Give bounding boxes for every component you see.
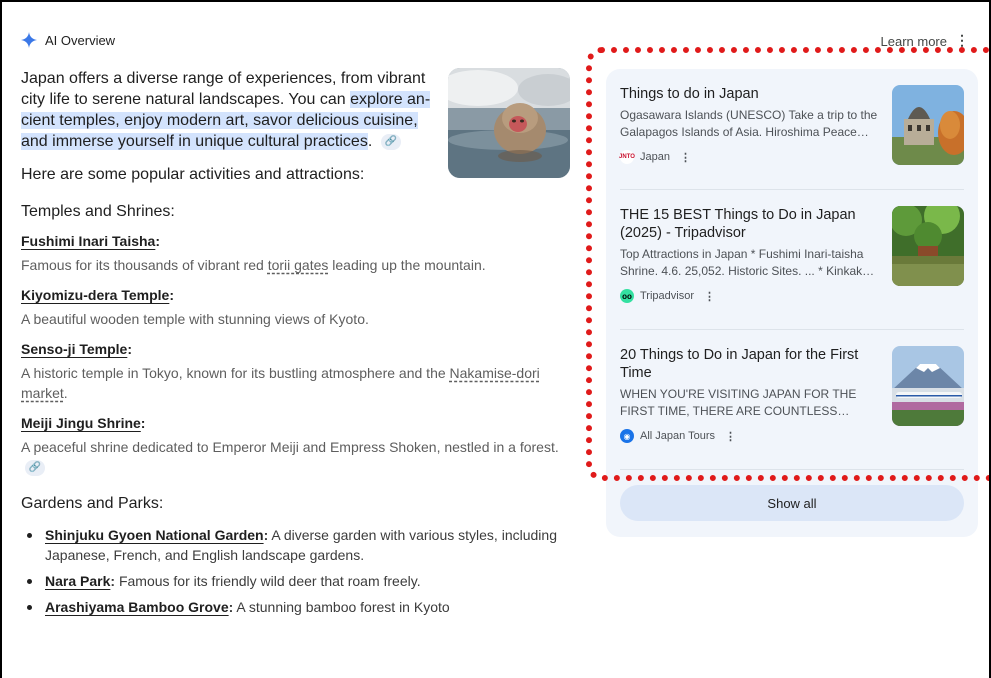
garden-name-link[interactable]: Nara Park xyxy=(45,573,110,589)
temple-name-link[interactable]: Kiyomizu-dera Temple xyxy=(21,287,169,303)
page-frame: AI Overview Learn more ⋮ Japan offers a … xyxy=(0,0,991,678)
desc-text: A historic temple in Tokyo, known for it… xyxy=(21,365,450,381)
intro-paragraph: Japan offers a diverse range of experien… xyxy=(21,68,431,152)
source-title[interactable]: 20 Things to Do in Japan for the First T… xyxy=(620,346,884,382)
source-name: All Japan Tours xyxy=(640,430,716,442)
divider xyxy=(620,469,964,470)
source-name: Tripadvisor xyxy=(640,290,694,302)
source-site: ◉ All Japan Tours ⋮ xyxy=(620,429,964,443)
desc-text: Famous for its thousands of vibrant red xyxy=(21,257,268,273)
hiroshima-dome-thumbnail[interactable] xyxy=(892,85,964,165)
list-item: Nara Park: Famous for its friendly wild … xyxy=(21,571,571,591)
source-name: Japan xyxy=(640,151,670,163)
source-more-icon[interactable]: ⋮ xyxy=(704,290,715,303)
overview-body: Japan offers a diverse range of experien… xyxy=(21,68,571,617)
temple-desc: Famous for its thousands of vibrant red … xyxy=(21,255,571,275)
temple-item: Senso-ji Temple: A historic temple in To… xyxy=(21,341,571,403)
tripadvisor-icon: oo xyxy=(620,289,634,303)
temple-name-link[interactable]: Meiji Jingu Shrine xyxy=(21,415,141,431)
source-more-icon[interactable]: ⋮ xyxy=(680,151,691,164)
gardens-list: Shinjuku Gyoen National Garden: A divers… xyxy=(21,525,571,617)
temple-item: Kiyomizu-dera Temple: A beautiful wooden… xyxy=(21,287,571,329)
source-card[interactable]: Things to do in Japan Ogasawara Islands … xyxy=(619,85,964,165)
torii-gates-link[interactable]: torii gates xyxy=(268,257,329,273)
learn-more-link[interactable]: Learn more xyxy=(881,34,947,49)
ai-overview-title: AI Overview xyxy=(45,32,116,48)
source-title[interactable]: Things to do in Japan xyxy=(620,85,884,103)
source-snippet: WHEN YOU'RE VISITING JAPAN FOR THE FIRST… xyxy=(620,387,857,418)
forest-pond-thumbnail[interactable] xyxy=(892,206,964,286)
source-title[interactable]: THE 15 BEST Things to Do in Japan (2025)… xyxy=(620,206,884,242)
garden-desc: Famous for its friendly wild deer that r… xyxy=(115,573,421,589)
garden-name-link[interactable]: Shinjuku Gyoen National Garden xyxy=(45,527,264,543)
source-more-icon[interactable]: ⋮ xyxy=(725,430,736,443)
list-item: Arashiyama Bamboo Grove: A stunning bamb… xyxy=(21,597,571,617)
divider xyxy=(620,329,964,330)
source-snippet: Top Attractions in Japan * Fushimi Inari… xyxy=(620,247,875,278)
intro-text-end: . xyxy=(367,133,373,150)
garden-name-link[interactable]: Arashiyama Bamboo Grove xyxy=(45,599,229,615)
source-snippet: Ogasawara Islands (UNESCO) Take a trip t… xyxy=(620,108,878,139)
temples-heading: Temples and Shrines: xyxy=(21,203,175,220)
more-options-icon[interactable]: ⋮ xyxy=(955,32,969,49)
temple-item: Fushimi Inari Taisha: Famous for its tho… xyxy=(21,233,571,275)
sources-panel: Things to do in Japan Ogasawara Islands … xyxy=(606,69,978,537)
ai-overview-header: AI Overview xyxy=(21,32,115,48)
temple-name-link[interactable]: Fushimi Inari Taisha xyxy=(21,233,155,249)
source-card[interactable]: THE 15 BEST Things to Do in Japan (2025)… xyxy=(620,206,964,303)
temple-desc: A historic temple in Tokyo, known for it… xyxy=(21,363,571,403)
desc-text: leading up the mountain. xyxy=(328,257,486,273)
link-icon[interactable]: 🔗 xyxy=(25,460,45,477)
source-card[interactable]: 20 Things to Do in Japan for the First T… xyxy=(620,346,964,443)
list-item: Shinjuku Gyoen National Garden: A divers… xyxy=(21,525,571,565)
sparkle-icon xyxy=(21,32,37,48)
divider xyxy=(620,189,964,190)
temple-desc: A beautiful wooden temple with stunning … xyxy=(21,311,369,327)
temple-desc: A peaceful shrine dedicated to Emperor M… xyxy=(21,437,571,477)
snow-monkey-image[interactable] xyxy=(448,68,570,178)
all-japan-tours-icon: ◉ xyxy=(620,429,634,443)
desc-text: A peaceful shrine dedicated to Emperor M… xyxy=(21,439,559,455)
link-icon[interactable]: 🔗 xyxy=(380,133,401,150)
temple-item: Meiji Jingu Shrine: A peaceful shrine de… xyxy=(21,415,571,477)
jnto-icon: JNTO xyxy=(619,150,635,164)
shinkansen-fuji-thumbnail[interactable] xyxy=(892,346,964,426)
source-site: oo Tripadvisor ⋮ xyxy=(620,289,964,303)
garden-desc: A stunning bamboo forest in Kyoto xyxy=(233,599,450,615)
gardens-heading: Gardens and Parks: xyxy=(21,495,164,512)
temple-name-link[interactable]: Senso-ji Temple xyxy=(21,341,127,357)
show-all-button[interactable]: Show all xyxy=(620,485,964,521)
desc-text: . xyxy=(63,385,68,401)
